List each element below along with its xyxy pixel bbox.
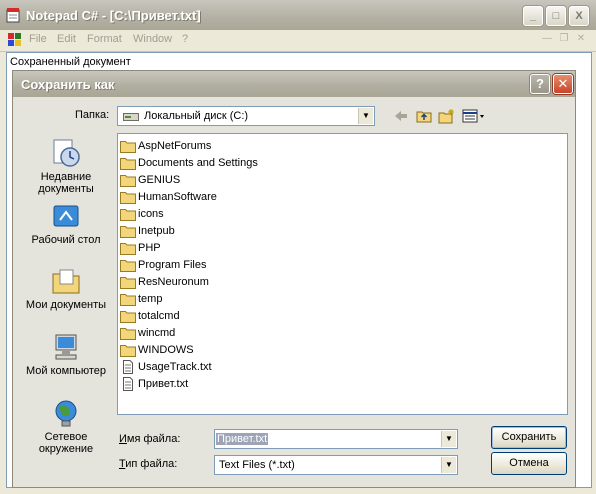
mdi-restore-button[interactable]: ❐ [557, 33, 571, 45]
list-item-label: Inetpub [138, 225, 175, 237]
chevron-down-icon[interactable]: ▼ [358, 108, 373, 124]
local-disk-icon [123, 113, 139, 121]
place-network[interactable]: Сетевое окружение [23, 397, 109, 455]
filename-label-text: мя файла: [126, 433, 181, 445]
notepad-app-icon [6, 8, 20, 23]
back-arrow-icon[interactable] [394, 108, 408, 124]
my-computer-icon [55, 334, 77, 360]
list-item-label: icons [138, 208, 164, 220]
folder-icon [120, 141, 136, 153]
folder-icon [120, 345, 136, 357]
window-title-bar[interactable]: Notepad C# - [C:\Привет.txt] _ □ X [0, 0, 596, 31]
dialog-title-bar[interactable]: Сохранить как ? ✕ [13, 71, 575, 97]
place-desktop-label: Рабочий стол [31, 234, 101, 246]
folder-dropdown[interactable]: Локальный диск (C:) ▼ [117, 106, 375, 126]
view-menu-icon[interactable] [462, 108, 486, 124]
folder-icon [120, 294, 136, 306]
place-recent-documents[interactable]: Недавние документы [23, 137, 109, 195]
menu-file[interactable]: File [29, 33, 47, 45]
mdi-close-button[interactable]: ✕ [574, 33, 588, 45]
mdi-document-icon[interactable] [8, 33, 22, 47]
mdi-minimize-button[interactable]: — [540, 33, 554, 45]
menu-help[interactable]: ? [182, 33, 188, 45]
filename-input[interactable]: Привет.txt ▼ [214, 429, 458, 449]
text-file-icon [123, 377, 133, 391]
filename-input-value: Привет.txt [216, 433, 269, 445]
chevron-down-icon[interactable]: ▼ [441, 431, 456, 447]
network-places-icon [55, 400, 77, 427]
filetype-dropdown-value: Text Files (*.txt) [219, 459, 295, 471]
dialog-help-button[interactable]: ? [530, 74, 550, 94]
menu-format[interactable]: Format [87, 33, 122, 45]
list-item-label: WINDOWS [138, 344, 194, 356]
window-title: Notepad C# - [C:\Привет.txt] [26, 8, 201, 23]
folder-icon [120, 175, 136, 187]
text-file-icon [123, 360, 133, 374]
list-item-label: Привет.txt [138, 378, 189, 390]
list-item-label: temp [138, 293, 163, 305]
menu-edit[interactable]: Edit [57, 33, 76, 45]
filename-label: Имя файла: [119, 433, 181, 445]
folder-icon [120, 209, 136, 221]
list-item-label: Program Files [138, 259, 207, 271]
my-documents-icon [52, 269, 80, 294]
folder-icon [120, 158, 136, 170]
folder-icon [120, 243, 136, 255]
save-button[interactable]: Сохранить [491, 426, 567, 449]
up-one-level-icon[interactable] [416, 108, 432, 124]
place-network-label: Сетевое окружение [38, 431, 94, 455]
menu-window[interactable]: Window [133, 33, 172, 45]
place-my-computer-label: Мой компьютер [25, 365, 107, 377]
folder-icon [120, 277, 136, 289]
folder-icon [120, 260, 136, 272]
maximize-button[interactable]: □ [546, 6, 566, 26]
list-item-label: GENIUS [138, 174, 181, 186]
list-item-label: AspNetForums [138, 140, 212, 152]
filetype-dropdown[interactable]: Text Files (*.txt) ▼ [214, 455, 458, 475]
place-my-documents-label: Мои документы [25, 299, 107, 311]
place-my-computer[interactable]: Мой компьютер [23, 331, 109, 377]
folder-dropdown-value: Локальный диск (C:) [144, 110, 249, 122]
place-desktop[interactable]: Рабочий стол [23, 202, 109, 246]
filetype-label: Тип файла: [119, 458, 178, 470]
file-list[interactable]: AspNetForums Documents and Settings GENIUS… [117, 133, 568, 415]
list-item-label: totalcmd [138, 310, 180, 322]
cancel-button[interactable]: Отмена [491, 452, 567, 475]
place-my-documents[interactable]: Мои документы [23, 265, 109, 311]
list-item-label: UsageTrack.txt [138, 361, 212, 373]
recent-documents-icon [53, 139, 80, 167]
folder-icon [120, 226, 136, 238]
list-item-label: ResNeuronum [138, 276, 209, 288]
folder-icon [120, 328, 136, 340]
folder-icon [120, 192, 136, 204]
chevron-down-icon[interactable]: ▼ [441, 457, 456, 473]
list-item-label: Documents and Settings [138, 157, 258, 169]
minimize-button[interactable]: _ [523, 6, 543, 26]
new-folder-icon[interactable] [438, 108, 455, 124]
document-status-text: Сохраненный документ [10, 56, 131, 68]
folder-icon [120, 311, 136, 323]
list-item-label: HumanSoftware [138, 191, 217, 203]
list-item-label: PHP [138, 242, 161, 254]
list-item-label: wincmd [138, 327, 176, 339]
filetype-label-text: ип файла: [125, 458, 178, 470]
dialog-title: Сохранить как [21, 77, 115, 92]
folder-label: Папка: [75, 109, 110, 121]
dialog-close-button[interactable]: ✕ [553, 74, 573, 94]
save-as-dialog: Сохранить как ? ✕ Папка: Локальный диск … [12, 70, 576, 488]
desktop-icon [53, 205, 79, 227]
close-window-button[interactable]: X [569, 6, 589, 26]
place-recent-documents-label: Недавние документы [38, 171, 94, 195]
